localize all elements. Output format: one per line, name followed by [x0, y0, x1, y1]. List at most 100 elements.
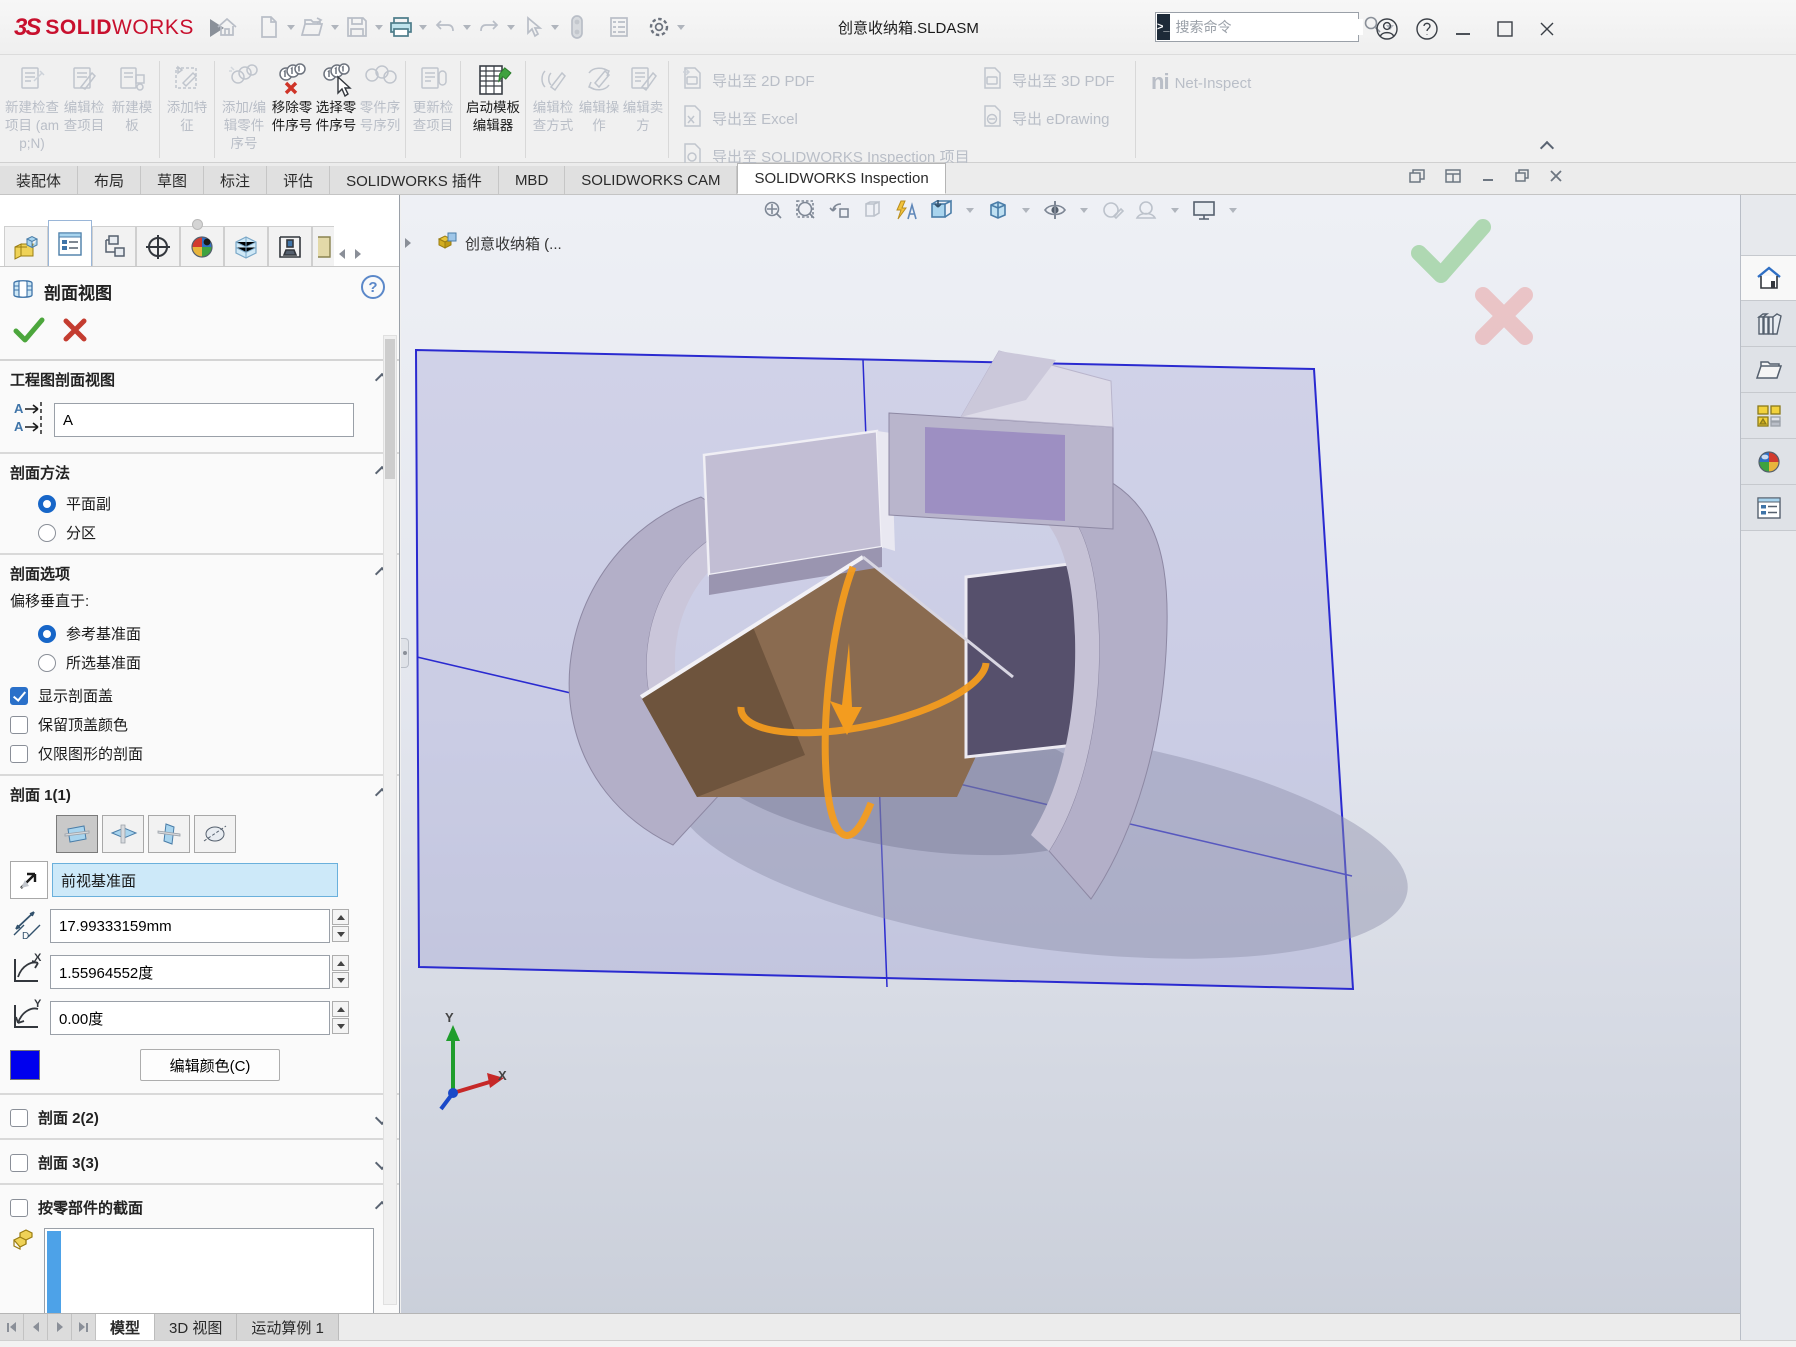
next-tab-button[interactable]	[48, 1314, 72, 1340]
section1-header[interactable]: 剖面 1(1)	[0, 776, 399, 811]
update-inspection-project-button[interactable]: 更新检查项目	[409, 59, 457, 160]
zoom-to-fit-icon[interactable]	[761, 198, 785, 222]
open-icon[interactable]	[298, 12, 328, 42]
cylindrical-section-button[interactable]	[194, 815, 236, 853]
restore-document-icon[interactable]	[1514, 168, 1530, 188]
section-view-caret[interactable]	[966, 208, 974, 213]
last-tab-button[interactable]	[72, 1314, 96, 1340]
edit-operation-button[interactable]: 编辑操作	[577, 59, 621, 160]
front-plane-button[interactable]	[56, 815, 98, 853]
panel-help-button[interactable]: ?	[361, 275, 385, 299]
configurationmanager-tab[interactable]	[92, 226, 136, 266]
first-tab-button[interactable]	[0, 1314, 24, 1340]
selected-plane-radio[interactable]	[38, 654, 56, 672]
apply-scene-caret[interactable]	[1171, 208, 1179, 213]
remove-balloon-button[interactable]: 移除零件序号	[270, 59, 314, 160]
dimxpertmanager-tab[interactable]	[136, 226, 180, 266]
tab-solidworks-cam[interactable]: SOLIDWORKS CAM	[565, 166, 737, 194]
offset-distance-down[interactable]	[332, 926, 349, 942]
design-library-button[interactable]	[1741, 301, 1796, 347]
new-document-icon[interactable]	[254, 12, 284, 42]
drawing-section-view-header[interactable]: 工程图剖面视图	[0, 361, 399, 396]
model-tab[interactable]: 模型	[96, 1314, 155, 1340]
cancel-button[interactable]	[60, 315, 90, 349]
undo-icon[interactable]	[430, 12, 460, 42]
maximize-window-icon[interactable]	[1490, 14, 1520, 44]
offset-distance-input[interactable]	[50, 909, 330, 943]
open-caret[interactable]	[331, 25, 339, 30]
search-command-box[interactable]: >_	[1155, 12, 1359, 42]
section-view-icon[interactable]	[928, 198, 954, 222]
collapse-ribbon-icon[interactable]	[1540, 141, 1554, 155]
radio-selected-plane-row[interactable]: 所选基准面	[28, 648, 399, 677]
show-section-cap-checkbox[interactable]	[10, 687, 28, 705]
edit-appearance-icon[interactable]	[1100, 198, 1124, 222]
show-section-cap-row[interactable]: 显示剖面盖	[0, 681, 399, 710]
right-plane-button[interactable]	[148, 815, 190, 853]
featuremanager-flyout[interactable]: 创意收纳箱 (...	[405, 231, 562, 255]
propertymanager-tab[interactable]	[48, 220, 92, 266]
3d-views-tab[interactable]: 3D 视图	[155, 1314, 237, 1340]
reference-plane-radio[interactable]	[38, 625, 56, 643]
section-options-header[interactable]: 剖面选项	[0, 555, 399, 590]
section-method-header[interactable]: 剖面方法	[0, 454, 399, 489]
search-input[interactable]	[1170, 19, 1363, 35]
featuremanager-tree-tab[interactable]	[4, 226, 48, 266]
balloon-sequence-button[interactable]: 零件序号序列	[358, 59, 402, 160]
select-caret[interactable]	[551, 25, 559, 30]
select-balloon-button[interactable]: 选择零件序号	[314, 59, 358, 160]
edit-vendor-button[interactable]: 编辑卖方	[621, 59, 665, 160]
graphics-manager-tab[interactable]	[224, 226, 268, 266]
new-template-button[interactable]: 新建模板	[108, 59, 156, 160]
tab-layout[interactable]: 布局	[78, 166, 141, 194]
annotations-icon[interactable]	[893, 198, 919, 222]
account-icon[interactable]	[1372, 14, 1402, 44]
tab-assembly[interactable]: 装配体	[0, 166, 78, 194]
save-icon[interactable]	[342, 12, 372, 42]
x-rotation-down[interactable]	[332, 972, 349, 988]
tab-mbd[interactable]: MBD	[499, 166, 565, 194]
edit-inspection-method-button[interactable]: 编辑检查方式	[529, 59, 577, 160]
planar-radio[interactable]	[38, 495, 56, 513]
offset-distance-up[interactable]	[332, 909, 349, 925]
home-tab-button[interactable]	[1741, 255, 1796, 301]
y-rotation-input[interactable]	[50, 1001, 330, 1035]
tab-solidworks-addins[interactable]: SOLIDWORKS 插件	[330, 166, 499, 194]
appearances-scenes-button[interactable]	[1741, 439, 1796, 485]
export-2d-pdf-item[interactable]: 导出至 2D PDF	[672, 65, 972, 95]
undo-caret[interactable]	[463, 25, 471, 30]
graphics-only-row[interactable]: 仅限图形的剖面	[0, 739, 399, 768]
pill-toggle-icon[interactable]	[562, 12, 592, 42]
reverse-direction-button[interactable]	[10, 861, 48, 899]
close-window-icon[interactable]	[1532, 14, 1562, 44]
tab-solidworks-inspection[interactable]: SOLIDWORKS Inspection	[737, 163, 945, 194]
section-color-swatch[interactable]	[10, 1050, 40, 1080]
previous-view-icon[interactable]	[827, 198, 851, 222]
section2-header[interactable]: 剖面 2(2)	[0, 1095, 399, 1138]
print-icon[interactable]	[386, 12, 416, 42]
section-label-input[interactable]	[54, 403, 354, 437]
tab-sketch[interactable]: 草图	[141, 166, 204, 194]
panel-scrollbar[interactable]	[383, 335, 397, 1305]
panel-splitter-handle[interactable]	[401, 638, 409, 668]
select-cursor-icon[interactable]	[518, 12, 548, 42]
tab-markup[interactable]: 标注	[204, 166, 267, 194]
home-icon[interactable]	[212, 12, 242, 42]
keep-cap-color-checkbox[interactable]	[10, 716, 28, 734]
hide-show-items-caret[interactable]	[1080, 208, 1088, 213]
minimize-document-icon[interactable]	[1480, 168, 1496, 188]
apply-scene-icon[interactable]	[1133, 198, 1159, 222]
edit-color-button[interactable]: 编辑颜色(C)	[140, 1049, 280, 1081]
panel-grip-dot[interactable]	[192, 219, 203, 230]
section2-checkbox[interactable]	[10, 1109, 28, 1127]
view-settings-icon[interactable]	[1191, 198, 1217, 222]
file-explorer-button[interactable]	[1741, 347, 1796, 393]
tile-window-icon[interactable]	[1444, 168, 1462, 188]
previous-tab-button[interactable]	[24, 1314, 48, 1340]
add-feature-button[interactable]: 添加特征	[163, 59, 211, 160]
zoom-to-area-icon[interactable]	[794, 198, 818, 222]
minimize-window-icon[interactable]	[1448, 14, 1478, 44]
per-component-header[interactable]: 按零部件的截面	[0, 1185, 399, 1224]
section3-header[interactable]: 剖面 3(3)	[0, 1140, 399, 1183]
radio-reference-plane-row[interactable]: 参考基准面	[28, 619, 399, 648]
